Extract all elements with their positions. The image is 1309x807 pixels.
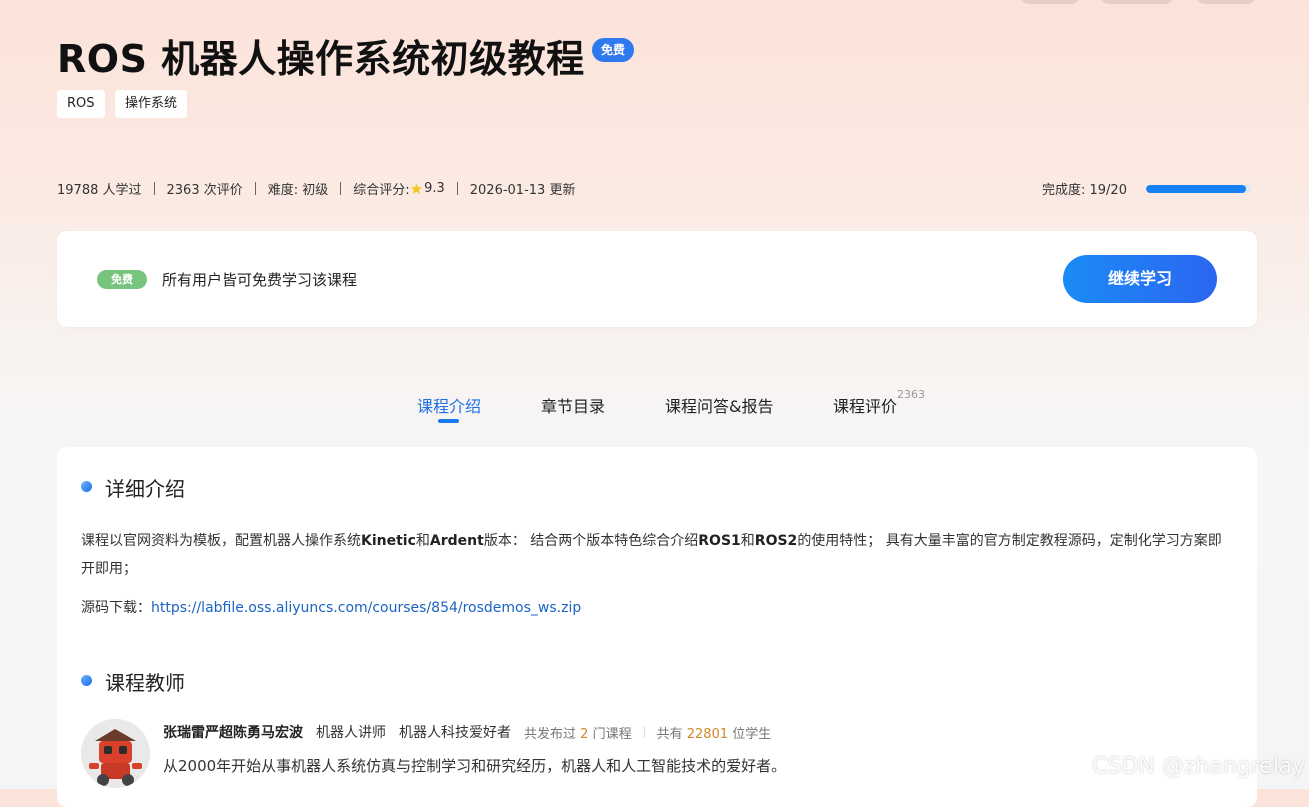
intro-ros1: ROS1	[698, 533, 741, 549]
course-stats: 19788 人学过 2363 次评价 难度: 初级 综合评分: ★ 9.3 20…	[57, 179, 576, 199]
continue-learning-button[interactable]: 继续学习	[1063, 255, 1217, 303]
intro-kinetic: Kinetic	[361, 533, 416, 549]
meta-text: 共有	[656, 726, 683, 742]
intro-text: 和	[740, 533, 755, 549]
difficulty: 难度: 初级	[267, 183, 329, 198]
divider	[456, 182, 458, 195]
rating-value: 9.3	[424, 181, 445, 196]
free-badge: 免费	[592, 38, 635, 62]
intro-text: 课程以官网资料为模板，配置机器人操作系统	[81, 533, 361, 549]
star-icon: ★	[409, 179, 424, 198]
meta-text: 共发布过	[524, 726, 577, 742]
top-nav-buttons	[1020, 0, 1260, 4]
meta-text: 门课程	[592, 726, 632, 742]
teacher-info: 张瑞雷严超陈勇马宏波 机器人讲师 机器人科技爱好者 共发布过 2 门课程 共有 …	[163, 722, 771, 742]
source-label: 源码下载：	[81, 600, 151, 616]
section-bullet-icon	[81, 481, 92, 492]
intro-heading: 详细介绍	[105, 477, 185, 501]
intro-ros2: ROS2	[754, 533, 798, 549]
divider	[340, 182, 342, 195]
updated-date: 2026-01-13 更新	[469, 183, 576, 198]
top-nav-button[interactable]	[1100, 0, 1174, 4]
intro-text: 和	[415, 533, 430, 549]
teacher-name[interactable]: 张瑞雷严超陈勇马宏波	[163, 722, 303, 742]
top-nav-button[interactable]	[1196, 0, 1256, 4]
active-tab-indicator	[438, 419, 459, 423]
learners-count: 19788 人学过	[57, 183, 142, 198]
divider	[643, 726, 645, 738]
reviews-count-badge: 2363	[897, 388, 925, 401]
intro-ardent: Ardent	[429, 533, 484, 549]
teacher-bio: 从2000年开始从事机器人系统仿真与控制学习和研究经历，机器人和人工智能技术的爱…	[163, 757, 787, 775]
tab-qa-reports[interactable]: 课程问答&报告	[665, 393, 773, 417]
course-detail-card: 详细介绍 课程以官网资料为模板，配置机器人操作系统Kinetic和Ardent版…	[57, 447, 1257, 807]
students-number: 22801	[686, 726, 729, 742]
course-tabs: 课程介绍 章节目录 课程问答&报告 课程评价	[0, 393, 1309, 433]
divider	[254, 182, 256, 195]
progress-label: 完成度: 19/20	[1042, 183, 1127, 198]
reviews-count: 2363 次评价	[166, 183, 243, 198]
watermark: CSDN @zhangrelay	[1092, 754, 1306, 779]
teacher-heading: 课程教师	[105, 671, 185, 695]
top-nav-button[interactable]	[1020, 0, 1080, 4]
course-title: ROS 机器人操作系统初级教程	[57, 37, 585, 81]
section-bullet-icon	[81, 675, 92, 686]
tab-course-intro[interactable]: 课程介绍	[417, 393, 481, 417]
tab-reviews[interactable]: 课程评价	[833, 393, 897, 417]
meta-text: 位学生	[732, 726, 772, 742]
source-download-link[interactable]: https://labfile.oss.aliyuncs.com/courses…	[151, 600, 581, 616]
teacher-avatar[interactable]	[81, 719, 150, 788]
free-pill: 免费	[97, 270, 147, 289]
robot-avatar-icon	[81, 719, 150, 788]
progress-fill	[1146, 185, 1246, 193]
teacher-course-count: 共发布过 2 门课程	[524, 723, 632, 742]
free-access-text: 所有用户皆可免费学习该课程	[162, 271, 358, 289]
intro-text: 版本： 结合两个版本特色综合介绍	[483, 533, 699, 549]
teacher-role: 机器人讲师	[316, 725, 386, 741]
progress-bar	[1146, 185, 1251, 193]
intro-description: 课程以官网资料为模板，配置机器人操作系统Kinetic和Ardent版本： 结合…	[81, 527, 1233, 583]
source-download: 源码下载：https://labfile.oss.aliyuncs.com/co…	[81, 597, 581, 617]
rating-label: 综合评分:	[353, 183, 410, 198]
tag-os[interactable]: 操作系统	[115, 90, 188, 118]
free-access-card: 免费 所有用户皆可免费学习该课程 继续学习	[57, 231, 1257, 327]
tab-chapters[interactable]: 章节目录	[541, 393, 605, 417]
teacher-role: 机器人科技爱好者	[399, 725, 511, 741]
courses-number: 2	[580, 726, 589, 742]
teacher-student-count: 共有 22801 位学生	[657, 723, 772, 742]
divider	[153, 182, 155, 195]
tag-ros[interactable]: ROS	[57, 90, 105, 118]
